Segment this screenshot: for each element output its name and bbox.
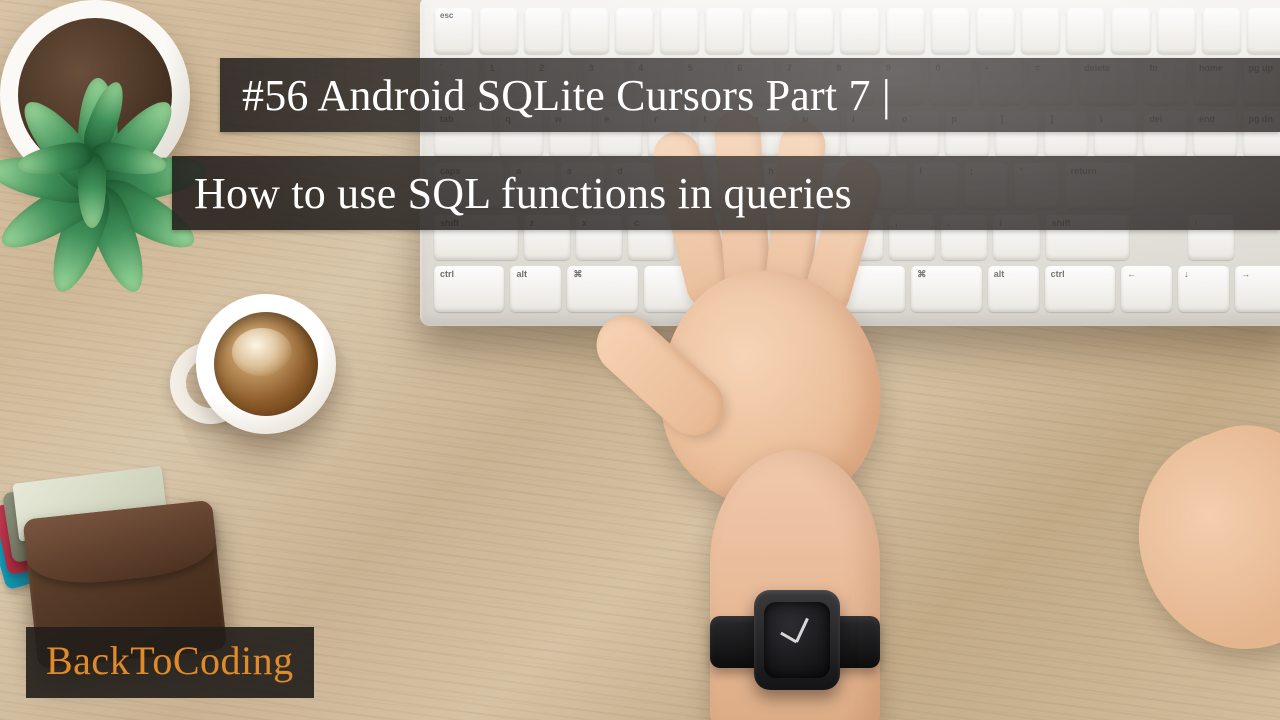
right-hand: [1108, 402, 1280, 677]
cash-bill: [12, 466, 168, 542]
keyboard-row-1: `1234567890-=deletefnhomepg up: [434, 60, 1280, 106]
coffee-cup: [170, 288, 360, 478]
left-hand: [560, 150, 980, 720]
keyboard-row-fn: esc: [434, 8, 1280, 54]
keyboard-cable: [1074, 0, 1160, 36]
credit-card: [0, 476, 155, 576]
brand-badge: BackToCoding: [26, 627, 314, 698]
thumbnail-scene: esc `1234567890-=deletefnhomepg up tabqw…: [0, 0, 1280, 720]
succulent-plant: [0, 0, 220, 220]
keyboard-row-2: tabqwertyuiop[]\delendpg dn: [434, 111, 1280, 157]
keyboard-row-5: ctrlalt⌘⌘altctrl←↓→: [434, 266, 1280, 312]
title-line-1: #56 Android SQLite Cursors Part 7 |: [220, 58, 1280, 132]
keyboard-row-3: capsasdfghjkl;'return: [434, 163, 1280, 209]
keyboard-row-4: shiftzxcvbnm,./shift↑: [434, 215, 1280, 261]
wristwatch: [710, 590, 880, 700]
title-line-2: How to use SQL functions in queries: [172, 156, 1280, 230]
keyboard: esc `1234567890-=deletefnhomepg up tabqw…: [420, 0, 1280, 326]
plant-pot: [0, 0, 190, 190]
credit-card: [2, 470, 161, 563]
wallet: [0, 467, 260, 703]
credit-card: [0, 482, 151, 591]
